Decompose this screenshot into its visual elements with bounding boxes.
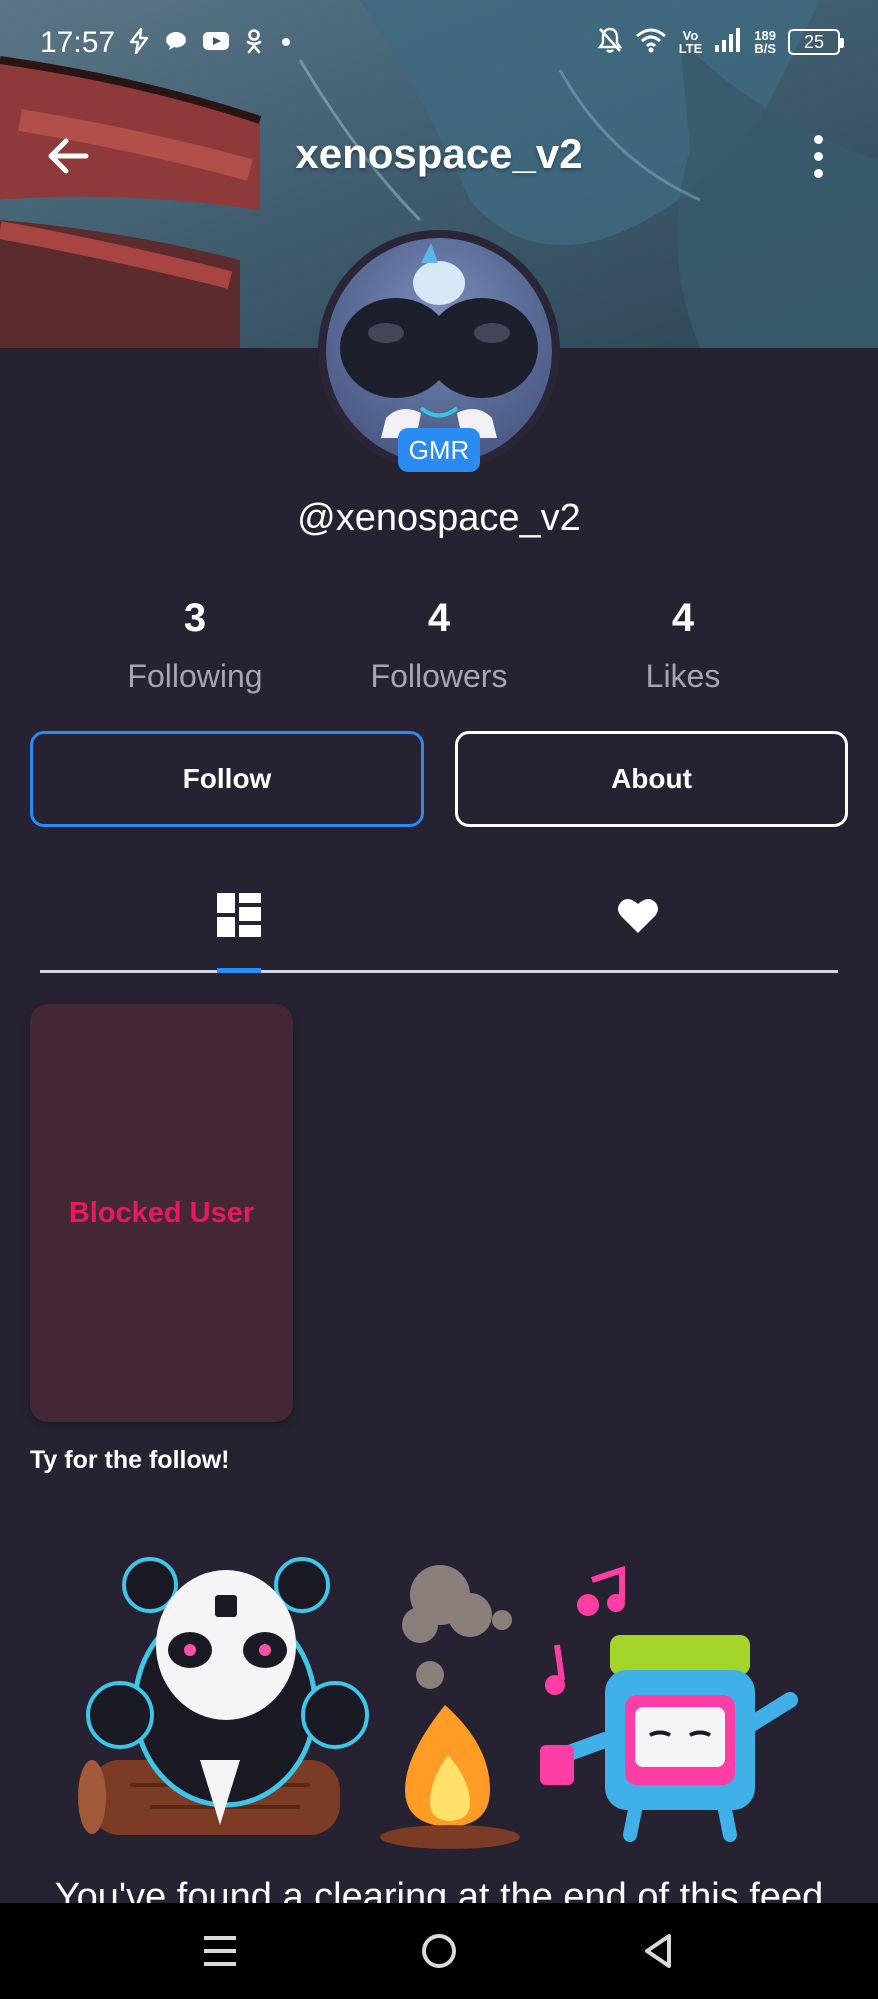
menu-icon [204,1936,236,1966]
system-back-button[interactable] [628,1923,688,1979]
stat-followers[interactable]: 4 Followers [339,596,539,695]
wifi-icon [635,27,667,57]
more-vertical-icon-dot [813,134,823,144]
notifications-muted-icon [597,26,623,58]
profile-handle: @xenospace_v2 [297,497,581,539]
system-navigation-bar [0,1903,878,1999]
volte-bottom: LTE [678,41,703,56]
stat-following-value: 3 [183,596,207,640]
more-vertical-icon-dot [813,168,823,178]
recent-apps-button[interactable] [190,1923,250,1979]
stat-likes-label: Likes [645,658,721,694]
post-card[interactable]: Blocked User [30,1004,293,1422]
signal-icon [714,27,742,57]
bolt-icon [128,27,150,58]
youtube-icon [202,30,230,56]
odnoklassniki-icon [244,28,264,58]
end-of-feed-text: You've found a clearing at the end of th… [54,1876,824,1906]
tab-posts[interactable] [199,880,279,950]
more-vertical-icon-dot [813,151,823,161]
chat-bubble-icon [164,29,188,57]
blocked-user-label: Blocked User [68,1196,255,1229]
page-title: xenospace_v2 [295,130,583,177]
volte-indicator: Vo LTE [679,29,703,55]
battery-level: 25 [803,31,825,52]
home-button[interactable] [409,1923,469,1979]
notification-dot-icon [278,32,294,54]
tab-likes[interactable] [598,880,678,950]
post-caption: Ty for the follow! [30,1446,230,1474]
status-bar: 17:57 Vo LTE 189 B/S 25 [0,22,878,66]
follow-button[interactable]: Follow [30,731,424,827]
about-button[interactable]: About [455,731,848,827]
stat-followers-value: 4 [427,596,451,640]
stat-likes[interactable]: 4 Likes [583,596,783,695]
heart-icon [618,898,658,933]
more-options-button[interactable] [802,132,834,180]
status-time: 17:57 [40,26,116,59]
home-circle-icon [422,1934,456,1968]
battery-icon: 25 [788,29,844,55]
role-badge: GMR [398,428,480,472]
stat-following-label: Following [127,658,263,694]
grid-icon [217,893,261,937]
stat-likes-value: 4 [671,596,695,640]
stat-followers-label: Followers [370,658,508,694]
tab-active-indicator [217,968,261,973]
network-speed: 189 B/S [754,29,776,55]
stat-following[interactable]: 3 Following [95,596,295,695]
triangle-back-icon [645,1934,671,1968]
end-of-feed-illustration [70,1545,810,1860]
tab-divider [40,970,838,973]
speed-unit: B/S [754,41,776,56]
